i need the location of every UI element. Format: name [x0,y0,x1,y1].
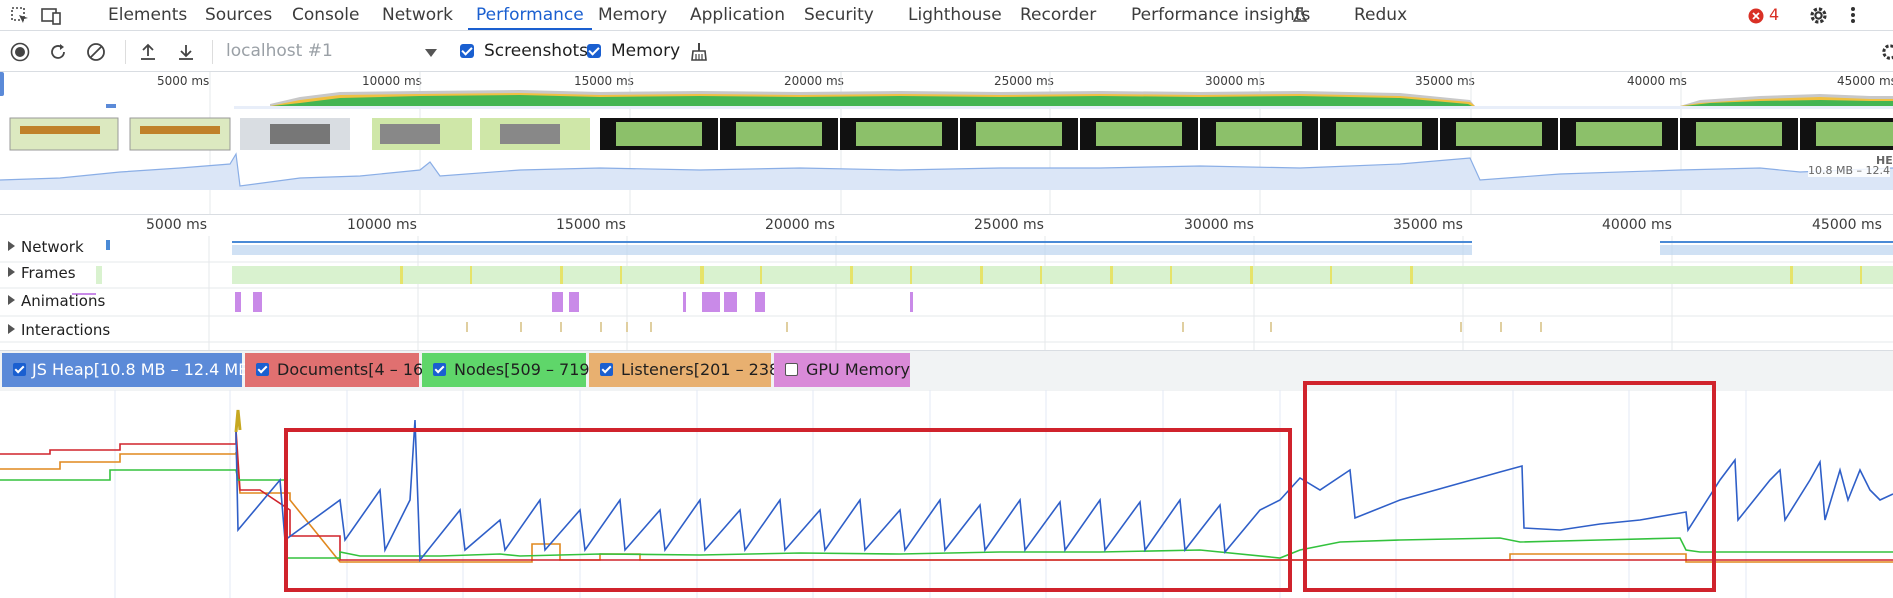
screenshots-checkbox[interactable] [460,44,474,58]
track-network[interactable]: Network [8,238,84,256]
capture-settings-icon[interactable] [1880,42,1893,66]
flask-icon [1291,6,1309,28]
record-icon[interactable] [10,42,30,66]
tab-security[interactable]: Security [804,0,874,30]
memory-checkbox[interactable] [587,44,601,58]
track-label: Network [21,238,84,256]
tab-performance[interactable]: Performance [468,0,592,30]
timeline-tick: 15000 ms [556,217,626,233]
timeline-ruler: 5000 ms 10000 ms 15000 ms 20000 ms 25000… [0,214,1893,237]
track-interactions[interactable]: Interactions [8,321,110,339]
counter-gpu-memory[interactable]: GPU Memory [774,353,910,387]
gpu-memory-checkbox[interactable] [785,363,798,376]
track-label: Interactions [21,321,111,339]
toolbar-divider [125,40,126,64]
expand-arrow-icon[interactable] [8,295,15,305]
reload-icon[interactable] [48,42,68,66]
tab-lighthouse[interactable]: Lighthouse [908,0,1002,30]
screenshot-strip [9,117,1893,151]
expand-arrow-icon[interactable] [8,324,15,334]
gpu-memory-label: GPU Memory [806,360,910,379]
performance-toolbar: localhost #1 Screenshots Memory [0,31,1893,72]
tab-elements[interactable]: Elements [108,0,187,30]
js-heap-label: JS Heap[10.8 MB – 12.4 MB] [32,360,256,379]
tab-performance-insights[interactable]: Performance insights [1131,0,1310,30]
track-label: Animations [21,292,106,310]
counter-nodes[interactable]: Nodes[509 – 719] [422,353,596,387]
track-frames[interactable]: Frames [8,264,76,282]
timeline-tick: 5000 ms [146,217,208,233]
memory-label: Memory [611,41,681,61]
device-toolbar-icon[interactable] [40,6,62,30]
toolbar-divider [212,40,213,64]
cpu-activity-chart [0,72,1893,214]
listeners-checkbox[interactable] [600,363,613,376]
documents-checkbox[interactable] [256,363,269,376]
more-icon[interactable] [1850,6,1856,28]
error-count[interactable]: 4 [1769,0,1779,30]
timeline-tick: 10000 ms [347,217,417,233]
screenshots-label: Screenshots [484,41,589,61]
timeline-tick: 35000 ms [1393,217,1463,233]
highlight-box [284,428,1292,592]
track-animations[interactable]: Animations [8,292,105,310]
devtools-tab-bar: Elements Sources Console Network Perform… [0,0,1893,31]
counter-documents[interactable]: Documents[4 – 16] [245,353,429,387]
timeline-tick: 25000 ms [974,217,1044,233]
tab-memory[interactable]: Memory [598,0,667,30]
download-icon[interactable] [176,42,196,66]
error-icon[interactable] [1748,8,1764,28]
listeners-label: Listeners[201 – 238] [621,360,786,379]
upload-icon[interactable] [138,42,158,66]
timeline-tick: 20000 ms [765,217,835,233]
timeline-tick: 45000 ms [1812,217,1882,233]
tracks-canvas [0,236,1893,350]
js-heap-checkbox[interactable] [13,363,26,376]
timeline-tick: 40000 ms [1602,217,1672,233]
target-select[interactable]: localhost #1 [226,41,333,61]
nodes-checkbox[interactable] [433,363,446,376]
track-label: Frames [21,264,76,282]
tab-sources[interactable]: Sources [205,0,272,30]
dropdown-arrow-icon[interactable] [425,46,437,61]
tab-recorder[interactable]: Recorder [1020,0,1096,30]
nodes-label: Nodes[509 – 719] [454,360,596,379]
tab-network[interactable]: Network [382,0,453,30]
timeline-tick: 30000 ms [1184,217,1254,233]
settings-icon[interactable] [1808,5,1829,30]
expand-arrow-icon[interactable] [8,267,15,277]
tab-redux[interactable]: Redux [1354,0,1407,30]
heap-short-label: HE [1876,154,1893,167]
timeline-overview[interactable]: 5000 ms 10000 ms 15000 ms 20000 ms 25000… [0,72,1893,214]
highlight-box [1303,381,1716,592]
expand-arrow-icon[interactable] [8,241,15,251]
broom-icon[interactable] [688,41,710,67]
counter-js-heap[interactable]: JS Heap[10.8 MB – 12.4 MB] [2,353,255,387]
tab-console[interactable]: Console [292,0,360,30]
documents-label: Documents[4 – 16] [277,360,430,379]
clear-icon[interactable] [86,42,106,66]
counter-listeners[interactable]: Listeners[201 – 238] [589,353,785,387]
inspect-icon[interactable] [10,6,30,30]
tab-application[interactable]: Application [690,0,785,30]
